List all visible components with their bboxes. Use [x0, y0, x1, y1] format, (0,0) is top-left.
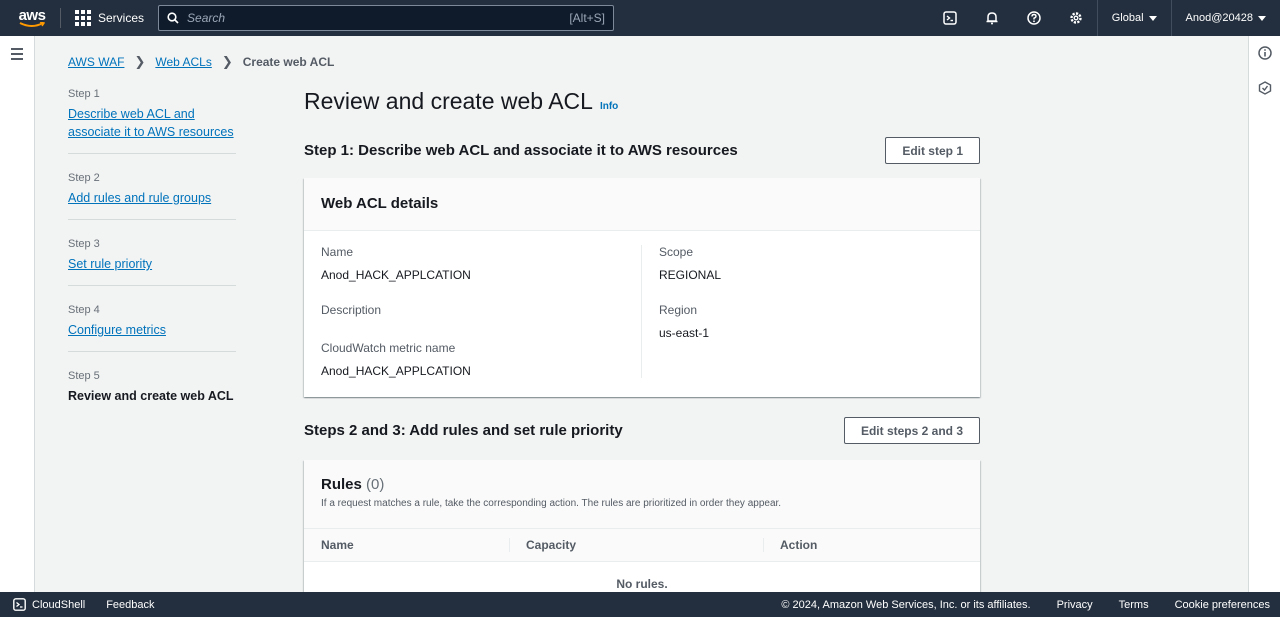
footer-links: © 2024, Amazon Web Services, Inc. or its…: [781, 599, 1270, 611]
services-label: Services: [98, 11, 145, 25]
notifications-button[interactable]: [971, 0, 1013, 36]
caret-down-icon: [1148, 15, 1157, 21]
rules-title: Rules (0): [321, 476, 963, 493]
section-1-header: Step 1: Describe web ACL and associate i…: [304, 137, 980, 164]
breadcrumb: AWS WAF ❯ Web ACLs ❯ Create web ACL: [68, 54, 334, 70]
page-title-text: Review and create web ACL: [304, 88, 593, 114]
column-header-name[interactable]: Name: [304, 538, 510, 552]
tutorial-icon[interactable]: [1258, 81, 1272, 95]
metric-name-value: Anod_HACK_APPLCATION: [321, 364, 471, 378]
step-link[interactable]: Describe web ACL and associate it to AWS…: [68, 105, 236, 141]
details-column-right: Scope REGIONAL Region us-east-1: [642, 245, 721, 378]
step-number: Step 5: [68, 370, 100, 382]
footer: CloudShell Feedback © 2024, Amazon Web S…: [0, 592, 1280, 617]
cookie-preferences-link[interactable]: Cookie preferences: [1175, 599, 1270, 611]
breadcrumb-link-aws-waf[interactable]: AWS WAF: [68, 55, 124, 69]
chevron-right-icon: ❯: [221, 54, 233, 69]
step-current-label: Review and create web ACL: [68, 389, 234, 403]
scope-value: REGIONAL: [659, 268, 722, 282]
side-navigation-rail: [0, 36, 35, 592]
details-column-left: Name Anod_HACK_APPLCATION Description Cl…: [321, 245, 642, 378]
search-input[interactable]: Search [Alt+S]: [158, 5, 615, 31]
metric-name-label: CloudWatch metric name: [321, 341, 456, 355]
bell-icon: [986, 12, 998, 25]
cloudshell-button[interactable]: CloudShell: [13, 598, 85, 611]
web-acl-details-card: Web ACL details Name Anod_HACK_APPLCATIO…: [304, 178, 980, 397]
wizard-step-3: Step 3 Set rule priority: [68, 238, 236, 286]
top-navigation: aws Services Search [Alt+S] Global Anod@: [0, 0, 1280, 36]
region-label: Global: [1111, 12, 1144, 24]
cloudshell-nav-button[interactable]: [929, 0, 971, 36]
column-header-capacity[interactable]: Capacity: [510, 538, 764, 552]
cloudshell-icon: [943, 11, 957, 25]
settings-button[interactable]: [1055, 0, 1097, 36]
menu-icon[interactable]: [11, 48, 23, 63]
rules-card: Rules (0) If a request matches a rule, t…: [304, 460, 980, 600]
description-label: Description: [321, 303, 382, 317]
card-title: Web ACL details: [321, 195, 439, 212]
name-value: Anod_HACK_APPLCATION: [321, 268, 471, 282]
region-selector[interactable]: Global: [1098, 0, 1171, 36]
section-1-title: Step 1: Describe web ACL and associate i…: [304, 142, 738, 159]
services-menu-button[interactable]: Services: [69, 10, 150, 26]
breadcrumb-current: Create web ACL: [242, 55, 335, 69]
scope-label: Scope: [659, 245, 694, 259]
cloudshell-label: CloudShell: [32, 598, 86, 611]
step-number: Step 1: [68, 88, 100, 100]
region-value: us-east-1: [659, 326, 710, 340]
step-link[interactable]: Configure metrics: [68, 321, 236, 339]
tools-rail: [1248, 36, 1280, 592]
privacy-link[interactable]: Privacy: [1057, 599, 1093, 611]
name-label: Name: [321, 245, 354, 259]
aws-logo[interactable]: aws: [12, 6, 52, 28]
wizard-step-2: Step 2 Add rules and rule groups: [68, 172, 236, 220]
page-title: Review and create web ACL Info: [304, 88, 980, 115]
rules-count: (0): [366, 476, 385, 493]
section-2-header: Steps 2 and 3: Add rules and set rule pr…: [304, 417, 980, 444]
search-icon: [167, 12, 179, 24]
edit-step-1-button[interactable]: Edit step 1: [885, 137, 980, 164]
section-2-title: Steps 2 and 3: Add rules and set rule pr…: [304, 422, 623, 439]
nav-divider: [60, 8, 61, 28]
help-icon: [1027, 11, 1041, 25]
breadcrumb-link-web-acls[interactable]: Web ACLs: [155, 55, 211, 69]
region-label: Region: [659, 303, 698, 317]
info-link[interactable]: Info: [600, 101, 618, 112]
rules-table-header: Name Capacity Action: [304, 528, 980, 562]
caret-down-icon: [1258, 15, 1266, 21]
step-link[interactable]: Add rules and rule groups: [68, 189, 236, 207]
search-shortcut-hint: [Alt+S]: [569, 11, 606, 25]
step-number: Step 2: [68, 172, 100, 184]
terms-link[interactable]: Terms: [1119, 599, 1149, 611]
rules-description: If a request matches a rule, take the co…: [321, 498, 782, 509]
help-button[interactable]: [1013, 0, 1055, 36]
step-number: Step 3: [68, 238, 100, 250]
account-label: Anod@20428: [1185, 12, 1253, 24]
services-grid-icon: [75, 10, 91, 26]
rules-title-text: Rules: [321, 476, 362, 493]
account-menu[interactable]: Anod@20428: [1172, 0, 1280, 36]
column-header-action[interactable]: Action: [764, 538, 817, 552]
edit-steps-2-3-button[interactable]: Edit steps 2 and 3: [843, 417, 980, 444]
chevron-right-icon: ❯: [134, 54, 146, 69]
wizard-steps: Step 1 Describe web ACL and associate it…: [68, 88, 236, 435]
rules-header: Rules (0) If a request matches a rule, t…: [304, 460, 980, 528]
step-number: Step 4: [68, 304, 100, 316]
aws-smile-icon: [19, 21, 45, 27]
settings-icon: [1070, 12, 1082, 24]
main-content: Review and create web ACL Info Step 1: D…: [304, 88, 980, 600]
info-icon[interactable]: [1258, 46, 1272, 60]
wizard-step-4: Step 4 Configure metrics: [68, 304, 236, 352]
step-link[interactable]: Set rule priority: [68, 255, 236, 273]
cloudshell-icon: [13, 598, 26, 611]
wizard-step-5: Step 5 Review and create web ACL: [68, 370, 236, 417]
search-placeholder: Search: [187, 11, 226, 25]
aws-logo-text: aws: [18, 6, 46, 24]
rules-empty-state: No rules.: [616, 577, 668, 591]
wizard-step-1: Step 1 Describe web ACL and associate it…: [68, 88, 236, 154]
card-body: Name Anod_HACK_APPLCATION Description Cl…: [304, 231, 980, 397]
card-header: Web ACL details: [304, 178, 980, 231]
feedback-link[interactable]: Feedback: [106, 599, 154, 611]
copyright-text: © 2024, Amazon Web Services, Inc. or its…: [781, 598, 1031, 611]
